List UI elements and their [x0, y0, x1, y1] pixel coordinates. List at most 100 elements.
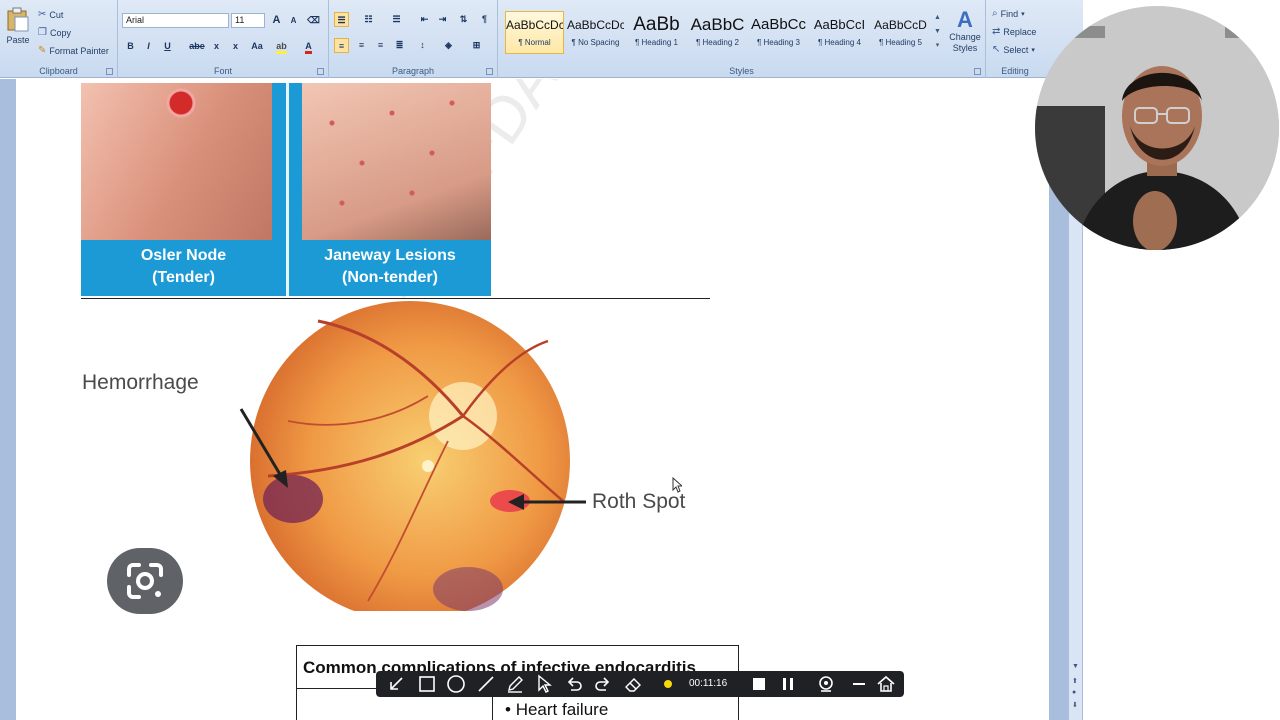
color-dot-icon[interactable]	[658, 674, 678, 694]
shrink-font-button[interactable]: A	[286, 13, 301, 28]
brush-icon: ✎	[38, 45, 47, 56]
align-left-button[interactable]: ≡	[334, 38, 349, 53]
line-tool-icon[interactable]	[476, 674, 496, 694]
mouse-cursor	[672, 476, 684, 498]
editing-group-label: Editing	[1001, 66, 1029, 76]
italic-button[interactable]: I	[141, 39, 156, 54]
format-painter-button[interactable]: ✎ Format Painter	[38, 45, 109, 56]
align-right-icon: ≡	[377, 40, 384, 50]
google-lens-button[interactable]	[107, 548, 183, 614]
sort-icon: ⇅	[459, 14, 468, 24]
pause-icon[interactable]	[778, 674, 798, 694]
find-button[interactable]: ⌕ Find ▾	[992, 8, 1025, 19]
grow-font-button[interactable]: A	[269, 13, 284, 28]
replace-button[interactable]: ⇄ Replace	[992, 26, 1036, 37]
sort-button[interactable]: ⇅	[456, 12, 471, 27]
styles-group-label: Styles	[729, 66, 754, 76]
style-heading-2[interactable]: AaBbC ¶ Heading 2	[688, 11, 747, 54]
highlight-button[interactable]: ab	[274, 39, 289, 54]
font-group: Arial 11 A A ⌫ B I U abe x x Aa ab A Fon…	[118, 0, 329, 78]
styles-group: AaBbCcDc ¶ Normal AaBbCcDc ¶ No Spacing …	[498, 0, 986, 78]
find-dropdown-icon: ▾	[1021, 10, 1025, 18]
undo-icon[interactable]	[564, 674, 584, 694]
numbered-list-icon: ☷	[364, 14, 373, 24]
lens-icon	[127, 563, 163, 599]
font-color-icon: A	[305, 41, 312, 54]
style-normal[interactable]: AaBbCcDc ¶ Normal	[505, 11, 564, 54]
font-name-select[interactable]: Arial	[122, 13, 229, 28]
style-no-spacing[interactable]: AaBbCcDc ¶ No Spacing	[566, 11, 625, 54]
change-styles-button[interactable]: A Change Styles	[946, 8, 984, 62]
numbering-button[interactable]: ☷	[361, 12, 376, 27]
font-launcher[interactable]	[317, 68, 324, 75]
page-up-icon[interactable]: ⬆	[1072, 677, 1078, 685]
subscript-button[interactable]: x	[209, 39, 224, 54]
line-spacing-button[interactable]: ↕	[415, 38, 430, 53]
font-size-select[interactable]: 11	[231, 13, 265, 28]
cut-label: Cut	[49, 9, 64, 20]
webcam-icon[interactable]	[816, 674, 836, 694]
change-case-button[interactable]: Aa	[248, 39, 266, 54]
clear-format-button[interactable]: ⌫	[306, 13, 321, 28]
osler-caption-line: Osler Node	[140, 247, 227, 264]
justify-button[interactable]: ≣	[392, 38, 407, 53]
styles-scroll[interactable]: ▲ ▼ ▾	[933, 11, 942, 54]
rectangle-tool-icon[interactable]	[417, 674, 437, 694]
paste-icon	[7, 7, 29, 32]
home-icon[interactable]	[876, 674, 896, 694]
style-heading-3[interactable]: AaBbCc ¶ Heading 3	[749, 11, 808, 54]
circle-tool-icon[interactable]	[446, 674, 466, 694]
multilevel-list-icon: ☰	[392, 14, 401, 24]
change-styles-label: Change Styles	[949, 32, 981, 53]
align-right-button[interactable]: ≡	[373, 38, 388, 53]
borders-button[interactable]: ⊞	[469, 38, 484, 53]
style-name: ¶ Normal	[518, 38, 551, 47]
pointer-tool-icon[interactable]	[534, 674, 554, 694]
bullets-button[interactable]: ☰	[334, 12, 349, 27]
bold-button[interactable]: B	[123, 39, 138, 54]
document-page[interactable]: 'N SAFDAR Osler Node (Tender) Janeway Le…	[16, 79, 1049, 720]
style-heading-1[interactable]: AaBb ¶ Heading 1	[627, 11, 686, 54]
paste-button[interactable]: Paste	[5, 6, 31, 45]
shading-button[interactable]: ◈	[441, 38, 456, 53]
webcam-overlay	[1035, 6, 1279, 250]
paragraph-group: ☰ ☷ ☰ ⇤ ⇥ ⇅ ¶ ≡ ≡ ≡ ≣ ↕ ◈ ⊞ Paragraph	[329, 0, 498, 78]
replace-label: Replace	[1003, 26, 1037, 37]
clipboard-launcher[interactable]	[106, 68, 113, 75]
copy-button[interactable]: ❐ Copy	[38, 27, 71, 38]
redo-icon[interactable]	[593, 674, 613, 694]
recording-toolbar: 00:11:16	[376, 671, 904, 697]
select-button[interactable]: ↖ Select ▾	[992, 44, 1035, 55]
decrease-indent-button[interactable]: ⇤	[417, 12, 432, 27]
pen-tool-icon[interactable]	[505, 674, 525, 694]
paragraph-launcher[interactable]	[486, 68, 493, 75]
style-name: ¶ Heading 5	[879, 38, 922, 47]
eraser-tool-icon[interactable]	[623, 674, 643, 694]
minimize-icon[interactable]	[849, 674, 869, 694]
table-list-item: • Heart failure	[505, 700, 609, 719]
scroll-down-icon[interactable]: ▼	[1072, 663, 1079, 670]
increase-indent-button[interactable]: ⇥	[435, 12, 450, 27]
superscript-button[interactable]: x	[228, 39, 243, 54]
justify-icon: ≣	[395, 40, 404, 50]
styles-launcher[interactable]	[974, 68, 981, 75]
font-color-button[interactable]: A	[301, 39, 316, 54]
page-down-icon[interactable]: ⬇	[1072, 701, 1078, 709]
style-sample: AaBb	[633, 14, 680, 35]
underline-button[interactable]: U	[160, 39, 175, 54]
multilevel-list-button[interactable]: ☰	[389, 12, 404, 27]
stop-icon[interactable]	[749, 674, 769, 694]
style-heading-4[interactable]: AaBbCcI ¶ Heading 4	[810, 11, 869, 54]
table-list-item-text: Heart failure	[515, 700, 609, 719]
cut-button[interactable]: ✂ Cut	[38, 9, 63, 20]
recording-timer: 00:11:16	[689, 678, 728, 689]
cursor-arrow-icon	[672, 476, 684, 493]
align-center-button[interactable]: ≡	[354, 38, 369, 53]
browse-object-icon[interactable]: ●	[1072, 689, 1076, 696]
copy-label: Copy	[49, 27, 71, 38]
arrow-tool-icon[interactable]	[386, 674, 406, 694]
show-marks-button[interactable]: ¶	[477, 12, 492, 27]
scissors-icon: ✂	[38, 9, 47, 20]
strikethrough-button[interactable]: abe	[188, 39, 206, 54]
style-heading-5[interactable]: AaBbCcD ¶ Heading 5	[871, 11, 930, 54]
